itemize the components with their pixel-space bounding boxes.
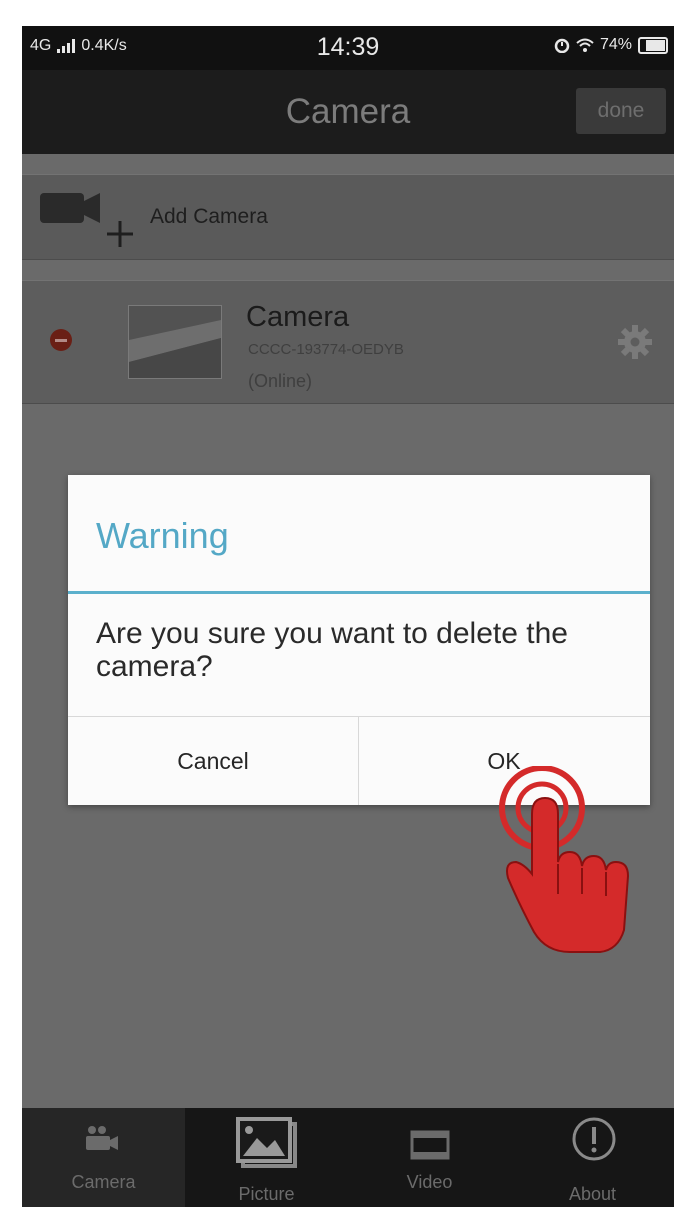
delete-minus-icon[interactable] <box>50 329 72 351</box>
status-bar: 4G 0.4K/s 14:39 74% <box>22 26 674 70</box>
cancel-button[interactable]: Cancel <box>68 717 358 805</box>
tab-about[interactable]: About <box>511 1108 674 1207</box>
picture-icon <box>236 1117 297 1168</box>
battery-percent: 74% <box>599 36 632 53</box>
video-icon <box>410 1130 450 1160</box>
battery-icon <box>638 36 668 54</box>
add-camera-icon <box>40 193 133 247</box>
gear-icon[interactable] <box>618 325 652 359</box>
thumbnail-image <box>129 306 221 378</box>
add-camera-row[interactable]: Add Camera <box>22 174 674 260</box>
tab-video[interactable]: Video <box>348 1108 511 1207</box>
title-bar: Camera done <box>22 70 674 154</box>
tab-label-about: About <box>568 1184 617 1204</box>
bottom-tab-bar: Camera Picture Video About <box>22 1108 674 1207</box>
page: 4G 0.4K/s 14:39 74% Camera done Add Came… <box>0 0 674 1207</box>
done-button[interactable]: done <box>576 88 666 134</box>
camera-status: (Online) <box>248 371 313 391</box>
alarm-icon <box>554 38 570 53</box>
dialog-message: Are you sure you want to delete the came… <box>96 617 568 683</box>
camera-list-item[interactable]: Camera CCCC-193774-OEDYB (Online) <box>22 280 674 404</box>
phone-screen: 4G 0.4K/s 14:39 74% Camera done Add Came… <box>22 26 674 1207</box>
tab-label-camera: Camera <box>71 1172 136 1192</box>
camera-id: CCCC-193774-OEDYB <box>248 341 404 358</box>
tab-picture[interactable]: Picture <box>185 1108 348 1207</box>
info-icon <box>572 1117 616 1161</box>
warning-dialog: Warning Are you sure you want to delete … <box>68 475 650 805</box>
dialog-title: Warning <box>96 515 229 556</box>
dialog-title-divider <box>68 591 650 594</box>
tab-camera[interactable]: Camera <box>22 1108 185 1207</box>
wifi-icon <box>576 38 594 52</box>
tap-hand-pointer-icon <box>499 766 630 953</box>
camera-name: Camera <box>246 301 350 333</box>
camera-thumbnail <box>128 305 222 379</box>
tab-label-picture: Picture <box>238 1184 295 1204</box>
status-right: 74% <box>554 36 668 54</box>
add-camera-label: Add Camera <box>150 205 268 228</box>
tab-label-video: Video <box>406 1172 453 1192</box>
camera-tab-icon <box>86 1126 118 1150</box>
